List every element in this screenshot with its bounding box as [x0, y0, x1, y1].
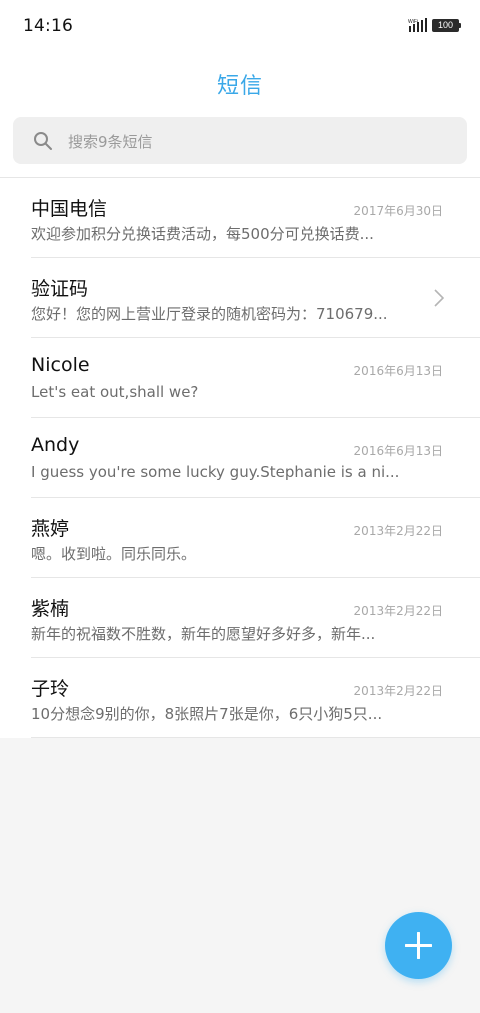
message-item[interactable]: 紫楠 2013年2月22日 新年的祝福数不胜数，新年的愿望好多好多，新年... [0, 578, 480, 658]
plus-icon [404, 931, 433, 960]
divider [31, 737, 480, 738]
search-placeholder: 搜索9条短信 [68, 133, 153, 151]
message-date: 2016年6月13日 [353, 364, 443, 378]
message-list: 中国电信 2017年6月30日 欢迎参加积分兑换话费活动，每500分可兑换话费.… [0, 178, 480, 738]
battery-icon: 100 [432, 19, 461, 32]
content-area: 14:16 WiFi 100 短信 搜索9条短信 中国电信 2017年6月30日… [0, 0, 480, 738]
message-sender: 中国电信 [31, 198, 108, 220]
page-title: 短信 [216, 74, 263, 99]
message-date: 2017年6月30日 [353, 204, 443, 218]
message-preview: 10分想念9别的你，8张照片7张是你，6只小狗5只... [31, 705, 383, 723]
message-date: 2013年2月22日 [353, 524, 443, 538]
chevron-right-icon[interactable] [434, 289, 445, 307]
message-item[interactable]: 验证码 您好！您的网上营业厅登录的随机密码为：710679... [0, 258, 480, 338]
wifi-signal-icon: WiFi [408, 18, 428, 32]
message-item[interactable]: 燕婷 2013年2月22日 嗯。收到啦。同乐同乐。 [0, 498, 480, 578]
message-item[interactable]: 子玲 2013年2月22日 10分想念9别的你，8张照片7张是你，6只小狗5只.… [0, 658, 480, 738]
message-sender: 燕婷 [31, 518, 70, 540]
message-item[interactable]: Nicole 2016年6月13日 Let's eat out,shall we… [0, 338, 480, 418]
status-bar: 14:16 WiFi 100 [0, 0, 480, 52]
message-item[interactable]: Andy 2016年6月13日 I guess you're some luck… [0, 418, 480, 498]
status-time: 14:16 [23, 16, 73, 36]
message-preview: Let's eat out,shall we? [31, 383, 199, 401]
message-date: 2013年2月22日 [353, 604, 443, 618]
search-icon [33, 131, 53, 151]
message-preview: I guess you're some lucky guy.Stephanie … [31, 463, 400, 481]
message-sender: 紫楠 [31, 598, 70, 620]
compose-button[interactable] [385, 912, 452, 979]
message-sender: Andy [31, 434, 80, 456]
message-item[interactable]: 中国电信 2017年6月30日 欢迎参加积分兑换话费活动，每500分可兑换话费.… [0, 178, 480, 258]
message-sender: 子玲 [31, 678, 70, 700]
message-preview: 嗯。收到啦。同乐同乐。 [31, 545, 197, 563]
message-sender: Nicole [31, 354, 90, 376]
message-date: 2013年2月22日 [353, 684, 443, 698]
search-input[interactable]: 搜索9条短信 [13, 117, 467, 164]
message-date: 2016年6月13日 [353, 444, 443, 458]
status-indicators: WiFi 100 [408, 18, 461, 32]
message-preview: 新年的祝福数不胜数，新年的愿望好多好多，新年... [31, 625, 376, 643]
message-preview: 您好！您的网上营业厅登录的随机密码为：710679... [31, 305, 388, 323]
message-sender: 验证码 [31, 278, 89, 300]
message-preview: 欢迎参加积分兑换话费活动，每500分可兑换话费... [31, 225, 374, 243]
